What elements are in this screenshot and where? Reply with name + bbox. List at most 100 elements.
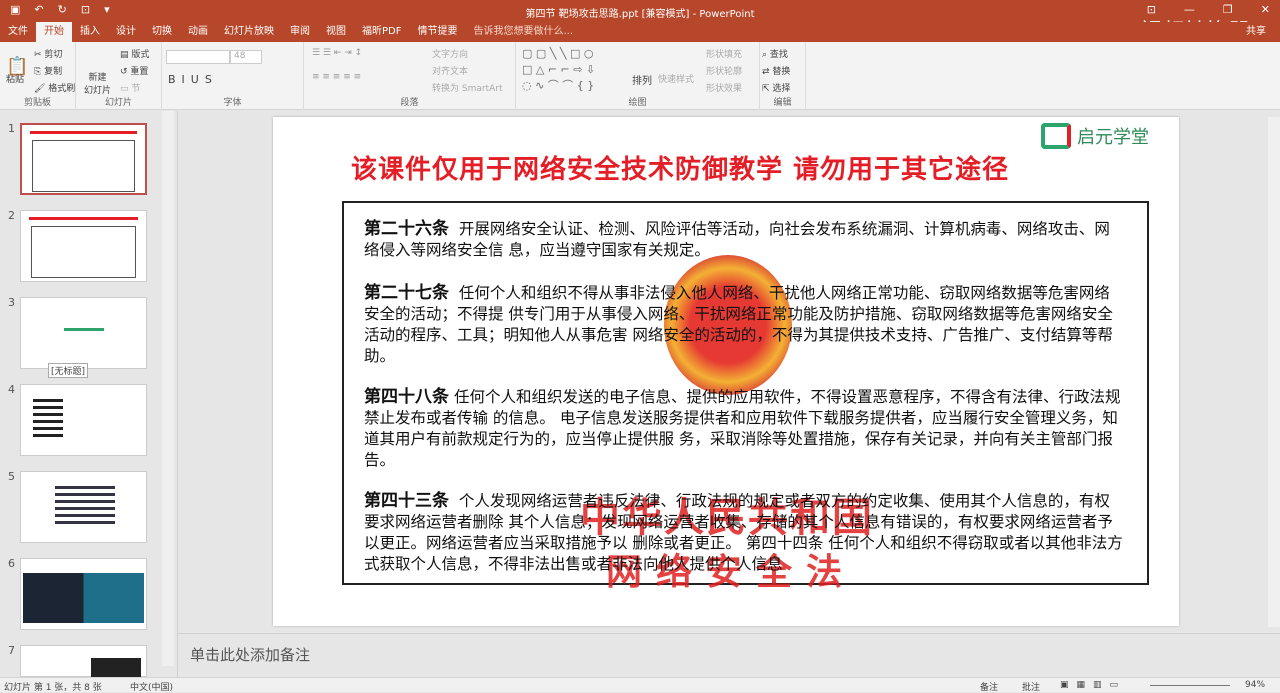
copy-button[interactable]: ⎘ 复制 (34, 64, 62, 77)
format-painter-button[interactable]: 🖌 格式刷 (34, 81, 75, 94)
replace-button[interactable]: ⇄ 替换 (762, 64, 790, 77)
thumbnail-slide-5[interactable] (20, 471, 147, 543)
ribbon-display-icon[interactable]: ⊡ (1147, 3, 1156, 16)
tab-review[interactable]: 审阅 (282, 22, 318, 42)
tell-me-input[interactable]: 告诉我您想要做什么... (465, 22, 581, 42)
slides-group: 新建 幻灯片 ▤ 版式 ↺ 重置 ▭ 节 幻灯片 (76, 42, 162, 110)
ribbon-tabs: 文件 开始 插入 设计 切换 动画 幻灯片放映 审阅 视图 福昕PDF 情节提要… (0, 22, 1280, 42)
slide-counter: 幻灯片 第 1 张，共 8 张 (4, 683, 102, 693)
font-size-input[interactable]: 48 (230, 50, 262, 64)
font-group-label: 字体 (223, 98, 242, 108)
thumbnail-slide-1[interactable] (20, 123, 147, 195)
article-body: 个人发现网络运营者违反法律、行政法规的规定或者双方的约定收集、使用其个人信息的，… (364, 492, 1123, 573)
cut-button[interactable]: ✂ 剪切 (34, 47, 62, 60)
thumbnail-slide-6[interactable] (20, 558, 147, 630)
article-48: 第四十八条 任何个人和组织发送的电子信息、提供的应用软件，不得设置恶意程序，不得… (364, 387, 1124, 471)
article-title: 第四十八条 (364, 387, 449, 407)
article-43: 第四十三条 个人发现网络运营者违反法律、行政法规的规定或者双方的约定收集、使用其… (364, 491, 1124, 575)
tab-slideshow[interactable]: 幻灯片放映 (216, 22, 282, 42)
article-body: 任何个人和组织不得从事非法侵入他人网络、干扰他人网络正常功能、窃取网络数据等危害… (364, 284, 1113, 365)
shapes-gallery[interactable]: ▢ ▢ ╲ ╲ □ ○ □ △ ⌐ ⌐ ⇨ ⇩ ◌ ∿ ⌒ ⌒ { } (522, 46, 595, 94)
drawing-group: ▢ ▢ ╲ ╲ □ ○ □ △ ⌐ ⌐ ⇨ ⇩ ◌ ∿ ⌒ ⌒ { } 排列 快… (516, 42, 760, 110)
thumbnail-number: 3 (8, 296, 15, 309)
arrange-button[interactable]: 排列 (632, 72, 652, 87)
tab-animations[interactable]: 动画 (180, 22, 216, 42)
article-27: 第二十七条 任何个人和组织不得从事非法侵入他人网络、干扰他人网络正常功能、窃取网… (364, 283, 1124, 367)
article-body: 开展网络安全认证、检测、风险评估等活动，向社会发布系统漏洞、计算机病毒、网络攻击… (364, 220, 1110, 259)
minimize-icon[interactable]: — (1184, 3, 1195, 16)
logo-text: 启元学堂 (1077, 127, 1149, 148)
thumbnail-slide-4[interactable] (20, 384, 147, 456)
new-slide-button[interactable]: 新建 幻灯片 (84, 70, 111, 96)
layout-button[interactable]: ▤ 版式 (120, 47, 149, 60)
reset-label: 重置 (130, 67, 149, 77)
shape-fill-button[interactable]: 形状填充 (706, 47, 742, 60)
paste-button[interactable]: 粘贴 (6, 72, 24, 85)
notes-button[interactable]: 备注 (980, 680, 998, 693)
paragraph-group-label: 段落 (400, 98, 419, 108)
select-button[interactable]: ⇱ 选择 (762, 81, 790, 94)
shape-effects-button[interactable]: 形状效果 (706, 81, 742, 94)
view-buttons[interactable]: ▣▦▥▭ (1060, 680, 1126, 690)
cut-label: 剪切 (44, 50, 63, 60)
thumbnail-slide-3[interactable] (20, 297, 147, 369)
tab-file[interactable]: 文件 (0, 22, 36, 42)
notes-pane[interactable]: 单击此处添加备注 (178, 633, 1280, 673)
format-painter-label: 格式刷 (48, 84, 76, 94)
logo: 启元学堂 (1041, 123, 1149, 149)
article-26: 第二十六条 开展网络安全认证、检测、风险评估等活动，向社会发布系统漏洞、计算机病… (364, 219, 1124, 261)
tab-design[interactable]: 设计 (108, 22, 144, 42)
quick-styles-button[interactable]: 快速样式 (658, 72, 694, 85)
zoom-slider[interactable] (1150, 685, 1230, 686)
find-button[interactable]: ⌕ 查找 (762, 47, 788, 60)
font-format-buttons[interactable]: BIUS (168, 73, 218, 86)
find-label: 查找 (769, 50, 788, 60)
section-button[interactable]: ▭ 节 (120, 81, 140, 94)
thumbnail-number: 2 (8, 209, 15, 222)
slide-thumbnail-pane: 1 2 3 [无标题] 4 5 6 7 (0, 111, 178, 678)
slide-canvas[interactable]: 启元学堂 该课件仅用于网络安全技术防御教学 请勿用于其它途径 中华人民共和国 网… (273, 117, 1179, 626)
clipboard-group-label: 剪贴板 (23, 98, 51, 108)
shape-outline-button[interactable]: 形状轮廓 (706, 64, 742, 77)
share-button[interactable]: 共享 (1238, 22, 1274, 42)
thumbnail-slide-7[interactable] (20, 645, 147, 678)
slide-scrollbar[interactable] (1268, 117, 1280, 627)
clipboard-group: 📋 粘贴 ✂ 剪切 ⎘ 复制 🖌 格式刷 剪贴板 (0, 42, 76, 110)
content-box: 中华人民共和国 网络安全法 第二十六条 开展网络安全认证、检测、风险评估等活动，… (342, 201, 1149, 593)
tab-storyboard[interactable]: 情节提要 (409, 22, 465, 42)
comments-button[interactable]: 批注 (1022, 680, 1040, 693)
thumbnail-number: 5 (8, 470, 15, 483)
text-direction-button[interactable]: 文字方向 (432, 47, 468, 60)
thumbnail-slide-2[interactable] (20, 210, 147, 282)
align-buttons[interactable]: ≡ ≡ ≡ ≡ ≡ (312, 72, 361, 82)
tab-view[interactable]: 视图 (318, 22, 354, 42)
maximize-icon[interactable]: ❐ (1223, 3, 1233, 16)
drawing-group-label: 绘图 (628, 98, 647, 108)
thumbnail-number: 7 (8, 644, 15, 657)
slide-heading: 该课件仅用于网络安全技术防御教学 请勿用于其它途径 (351, 155, 1010, 185)
tab-foxit-pdf[interactable]: 福昕PDF (354, 22, 409, 42)
reset-button[interactable]: ↺ 重置 (120, 64, 148, 77)
close-icon[interactable]: ✕ (1261, 3, 1270, 16)
tab-insert[interactable]: 插入 (72, 22, 108, 42)
ribbon: 📋 粘贴 ✂ 剪切 ⎘ 复制 🖌 格式刷 剪贴板 新建 幻灯片 ▤ 版式 ↺ 重… (0, 42, 1280, 110)
slides-group-label: 幻灯片 (104, 98, 132, 108)
editing-group-label: 编辑 (773, 98, 792, 108)
copy-label: 复制 (44, 67, 63, 77)
tab-transitions[interactable]: 切换 (144, 22, 180, 42)
title-bar: ▣ ↶ ↻ ⊡ ▾ 第四节 靶场攻击思路.ppt [兼容模式] - PowerP… (0, 0, 1280, 45)
smartart-button[interactable]: 转换为 SmartArt (432, 81, 502, 94)
font-name-input[interactable] (166, 50, 230, 64)
thumbnail-scrollbar[interactable] (162, 111, 174, 666)
zoom-level[interactable]: 94% (1245, 680, 1265, 690)
select-label: 选择 (772, 84, 791, 94)
tab-home[interactable]: 开始 (36, 22, 72, 42)
editing-group: ⌕ 查找 ⇄ 替换 ⇱ 选择 编辑 (760, 42, 806, 110)
logo-icon (1041, 123, 1071, 149)
language-indicator[interactable]: 中文(中国) (130, 680, 173, 693)
list-buttons[interactable]: ☰ ☰ ⇤ ⇥ ↕ (312, 48, 362, 58)
article-body: 任何个人和组织发送的电子信息、提供的应用软件，不得设置恶意程序，不得含有法律、行… (364, 388, 1121, 469)
align-text-button[interactable]: 对齐文本 (432, 64, 468, 77)
paragraph-group: ☰ ☰ ⇤ ⇥ ↕ ≡ ≡ ≡ ≡ ≡ 文字方向 对齐文本 转换为 SmartA… (304, 42, 516, 110)
thumbnail-number: 1 (8, 122, 15, 135)
